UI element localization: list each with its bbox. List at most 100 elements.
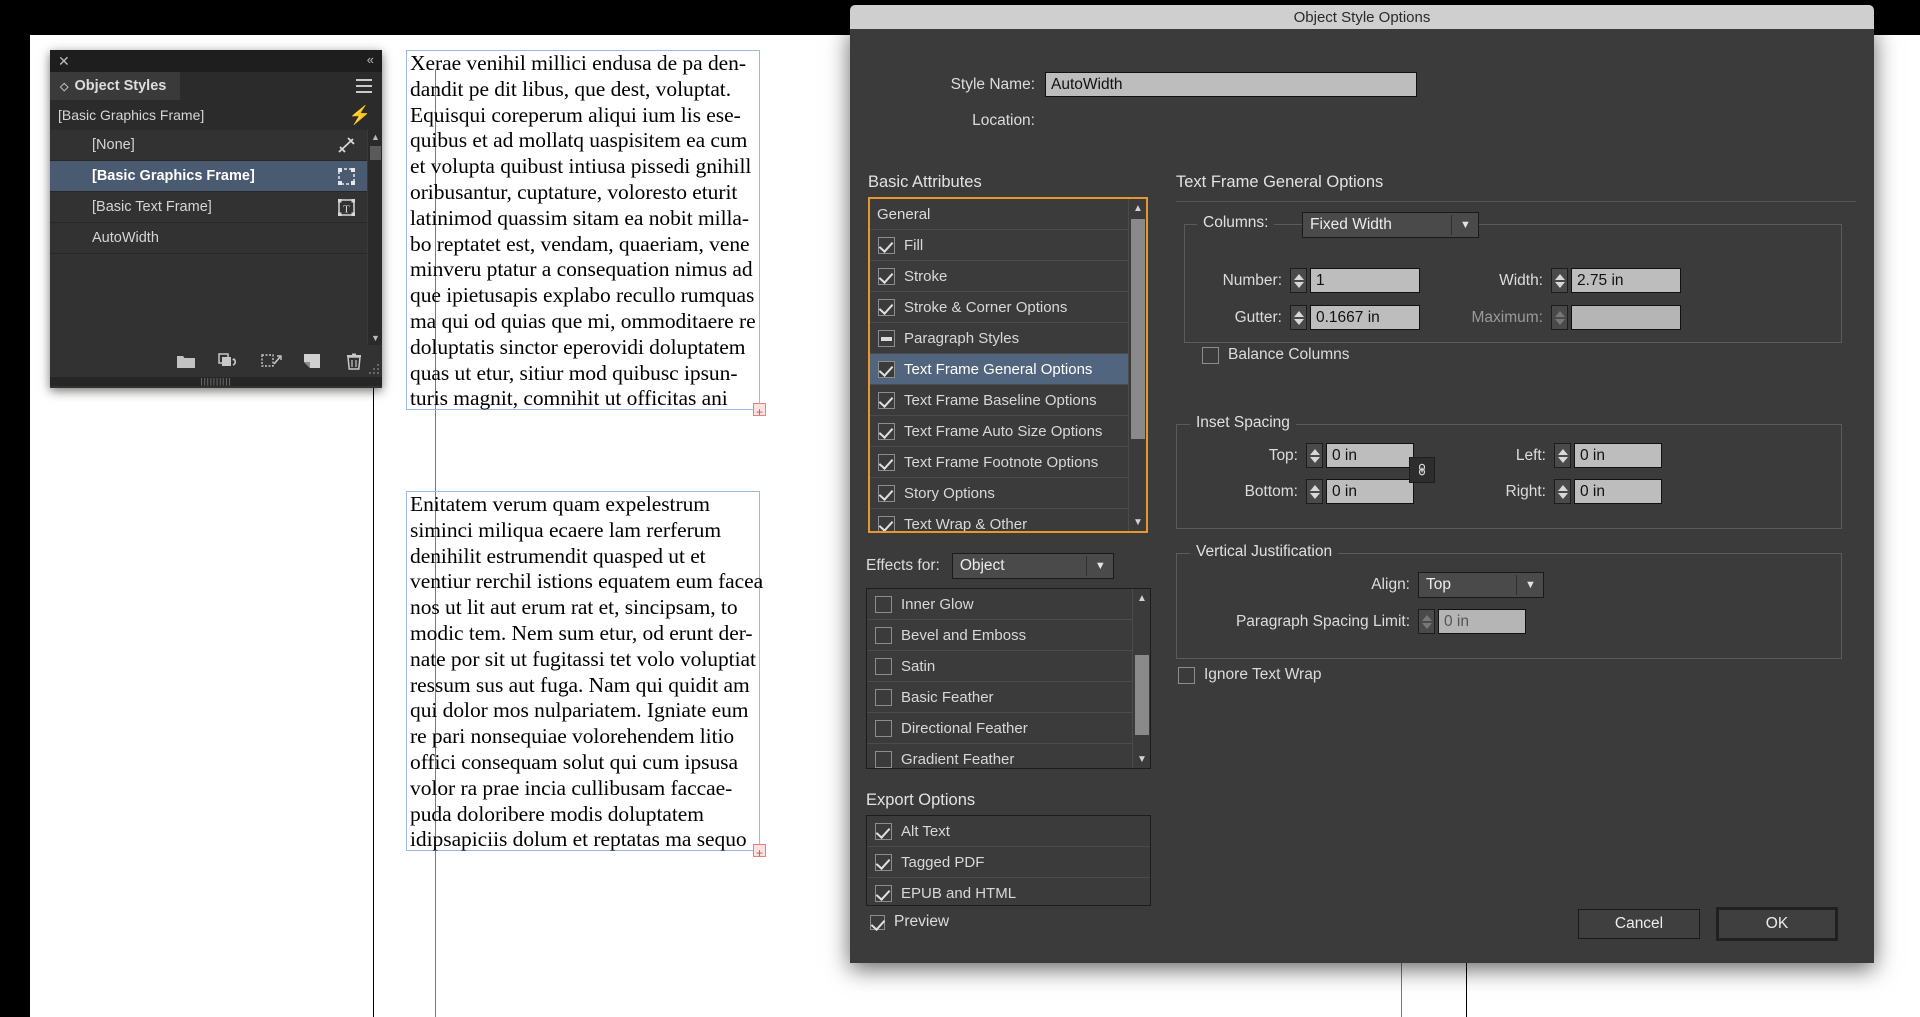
vertical-align-select[interactable]: Top ▼ bbox=[1418, 572, 1544, 598]
style-row-basic-graphics-frame[interactable]: [Basic Graphics Frame] bbox=[50, 161, 367, 192]
attr-row-text-frame-auto-size-options[interactable]: Text Frame Auto Size Options bbox=[870, 416, 1128, 447]
effects-scrollbar[interactable]: ▲ ▼ bbox=[1132, 589, 1150, 768]
cancel-button[interactable]: Cancel bbox=[1578, 909, 1700, 939]
checkbox-epub-and-html[interactable] bbox=[875, 885, 892, 902]
chain-link-icon[interactable] bbox=[1409, 457, 1435, 483]
gutter-stepper[interactable] bbox=[1290, 305, 1307, 330]
style-row-none[interactable]: [None] bbox=[50, 130, 367, 161]
double-chevron-left-icon[interactable]: « bbox=[367, 52, 374, 68]
basic-attributes-list[interactable]: General Fill Stroke Stroke & Corner Opti… bbox=[870, 199, 1128, 531]
inset-top-input[interactable] bbox=[1326, 443, 1414, 468]
inset-left-input[interactable] bbox=[1574, 443, 1662, 468]
scroll-down-icon[interactable]: ▼ bbox=[1133, 750, 1151, 768]
chevron-down-icon[interactable]: ▼ bbox=[1088, 554, 1113, 578]
close-icon[interactable]: ✕ bbox=[58, 53, 70, 69]
effects-list[interactable]: Inner Glow Bevel and Emboss Satin Basic … bbox=[867, 589, 1132, 768]
trash-icon[interactable] bbox=[344, 351, 364, 371]
checkbox-text-wrap-other[interactable] bbox=[878, 515, 895, 531]
effect-row-directional-feather[interactable]: Directional Feather bbox=[867, 713, 1132, 744]
basic-attributes-list-box[interactable]: General Fill Stroke Stroke & Corner Opti… bbox=[868, 197, 1148, 533]
bottom-stepper[interactable] bbox=[1306, 479, 1323, 504]
effects-list-box[interactable]: Inner Glow Bevel and Emboss Satin Basic … bbox=[866, 588, 1151, 769]
text-frame-2[interactable]: Enitatem verum quam expelestrum siminci … bbox=[406, 491, 766, 867]
clear-overrides-icon[interactable]: ⚡ bbox=[349, 105, 371, 125]
width-input[interactable] bbox=[1571, 268, 1681, 293]
checkbox-directional-feather[interactable] bbox=[875, 719, 892, 737]
effect-row-basic-feather[interactable]: Basic Feather bbox=[867, 682, 1132, 713]
inset-bottom-input[interactable] bbox=[1326, 479, 1414, 504]
styles-list[interactable]: [None] [Basic Graphics Frame] [Basic Tex… bbox=[50, 130, 367, 345]
preview-row[interactable]: Preview bbox=[870, 913, 949, 931]
checkbox-tagged-pdf[interactable] bbox=[875, 853, 892, 871]
attr-row-story-options[interactable]: Story Options bbox=[870, 478, 1128, 509]
attr-row-fill[interactable]: Fill bbox=[870, 230, 1128, 261]
scrollbar-thumb[interactable] bbox=[1135, 655, 1149, 735]
number-input[interactable] bbox=[1310, 268, 1420, 293]
ignore-text-wrap-row[interactable]: Ignore Text Wrap bbox=[1178, 666, 1321, 684]
balance-columns-row[interactable]: Balance Columns bbox=[1202, 346, 1349, 364]
attr-row-stroke-corner-options[interactable]: Stroke & Corner Options bbox=[870, 292, 1128, 323]
checkbox-ignore-text-wrap[interactable] bbox=[1178, 666, 1195, 684]
attr-row-general[interactable]: General bbox=[870, 199, 1128, 230]
scroll-down-icon[interactable]: ▼ bbox=[1129, 513, 1147, 531]
scroll-up-icon[interactable]: ▲ bbox=[1129, 199, 1147, 217]
attr-row-text-frame-general-options[interactable]: Text Frame General Options bbox=[870, 354, 1128, 385]
top-stepper[interactable] bbox=[1306, 443, 1323, 468]
tab-object-styles[interactable]: ◇ Object Styles bbox=[50, 72, 181, 100]
checkbox-preview[interactable] bbox=[870, 914, 885, 930]
checkbox-story-options[interactable] bbox=[878, 484, 895, 502]
overset-text-indicator[interactable] bbox=[753, 841, 766, 867]
ok-button[interactable]: OK bbox=[1716, 907, 1838, 941]
attr-row-text-frame-baseline-options[interactable]: Text Frame Baseline Options bbox=[870, 385, 1128, 416]
resize-grip-icon[interactable] bbox=[366, 362, 380, 376]
checkbox-basic-feather[interactable] bbox=[875, 688, 892, 706]
panel-drag-handle[interactable]: |||||||||| bbox=[50, 377, 382, 386]
export-row-epub-and-html[interactable]: EPUB and HTML bbox=[867, 878, 1150, 909]
checkbox-stroke[interactable] bbox=[878, 267, 895, 285]
checkbox-bevel-and-emboss[interactable] bbox=[875, 626, 892, 644]
width-stepper[interactable] bbox=[1551, 268, 1568, 293]
columns-type-select[interactable]: Fixed Width ▼ bbox=[1302, 212, 1479, 238]
scroll-up-icon[interactable]: ▲ bbox=[1133, 589, 1151, 607]
export-options-list-box[interactable]: Alt Text Tagged PDF EPUB and HTML bbox=[866, 815, 1151, 906]
checkbox-fill[interactable] bbox=[878, 236, 895, 254]
break-link-to-style-icon[interactable] bbox=[260, 351, 282, 371]
style-row-basic-text-frame[interactable]: [Basic Text Frame] T bbox=[50, 192, 367, 223]
text-frame-1[interactable]: Xerae venihil millici endusa de pa den- … bbox=[406, 50, 766, 426]
effect-row-inner-glow[interactable]: Inner Glow bbox=[867, 589, 1132, 620]
overset-text-indicator[interactable] bbox=[753, 400, 766, 426]
right-stepper[interactable] bbox=[1554, 479, 1571, 504]
checkbox-text-frame-general-options[interactable] bbox=[878, 360, 895, 378]
left-stepper[interactable] bbox=[1554, 443, 1571, 468]
checkbox-inner-glow[interactable] bbox=[875, 595, 892, 613]
style-name-input[interactable] bbox=[1045, 72, 1417, 97]
chevron-down-icon[interactable]: ▼ bbox=[1453, 213, 1478, 237]
checkbox-text-frame-baseline-options[interactable] bbox=[878, 391, 895, 409]
attr-row-stroke[interactable]: Stroke bbox=[870, 261, 1128, 292]
checkbox-gradient-feather[interactable] bbox=[875, 750, 892, 768]
folder-icon[interactable] bbox=[176, 351, 196, 371]
scroll-down-icon[interactable]: ▼ bbox=[368, 331, 383, 345]
inset-right-input[interactable] bbox=[1574, 479, 1662, 504]
styles-list-scrollbar[interactable]: ▲ ▼ bbox=[367, 130, 382, 345]
scrollbar-thumb[interactable] bbox=[1131, 219, 1145, 439]
effects-for-select[interactable]: Object ▼ bbox=[951, 553, 1114, 579]
number-stepper[interactable] bbox=[1290, 268, 1307, 293]
gutter-input[interactable] bbox=[1310, 305, 1420, 330]
hamburger-menu-icon[interactable] bbox=[356, 79, 372, 93]
checkbox-balance-columns[interactable] bbox=[1202, 346, 1219, 364]
export-row-tagged-pdf[interactable]: Tagged PDF bbox=[867, 847, 1150, 878]
export-row-alt-text[interactable]: Alt Text bbox=[867, 816, 1150, 847]
new-page-icon[interactable] bbox=[302, 351, 322, 371]
clear-attributes-icon[interactable] bbox=[218, 351, 238, 371]
effect-row-bevel-and-emboss[interactable]: Bevel and Emboss bbox=[867, 620, 1132, 651]
scroll-up-icon[interactable]: ▲ bbox=[368, 130, 383, 144]
basic-attributes-scrollbar[interactable]: ▲ ▼ bbox=[1128, 199, 1146, 531]
checkbox-paragraph-styles[interactable] bbox=[878, 329, 895, 347]
checkbox-satin[interactable] bbox=[875, 657, 892, 675]
attr-row-text-wrap-other[interactable]: Text Wrap & Other bbox=[870, 509, 1128, 531]
checkbox-text-frame-footnote-options[interactable] bbox=[878, 453, 895, 471]
effect-row-satin[interactable]: Satin bbox=[867, 651, 1132, 682]
chevron-down-icon[interactable]: ▼ bbox=[1518, 573, 1543, 597]
attr-row-text-frame-footnote-options[interactable]: Text Frame Footnote Options bbox=[870, 447, 1128, 478]
